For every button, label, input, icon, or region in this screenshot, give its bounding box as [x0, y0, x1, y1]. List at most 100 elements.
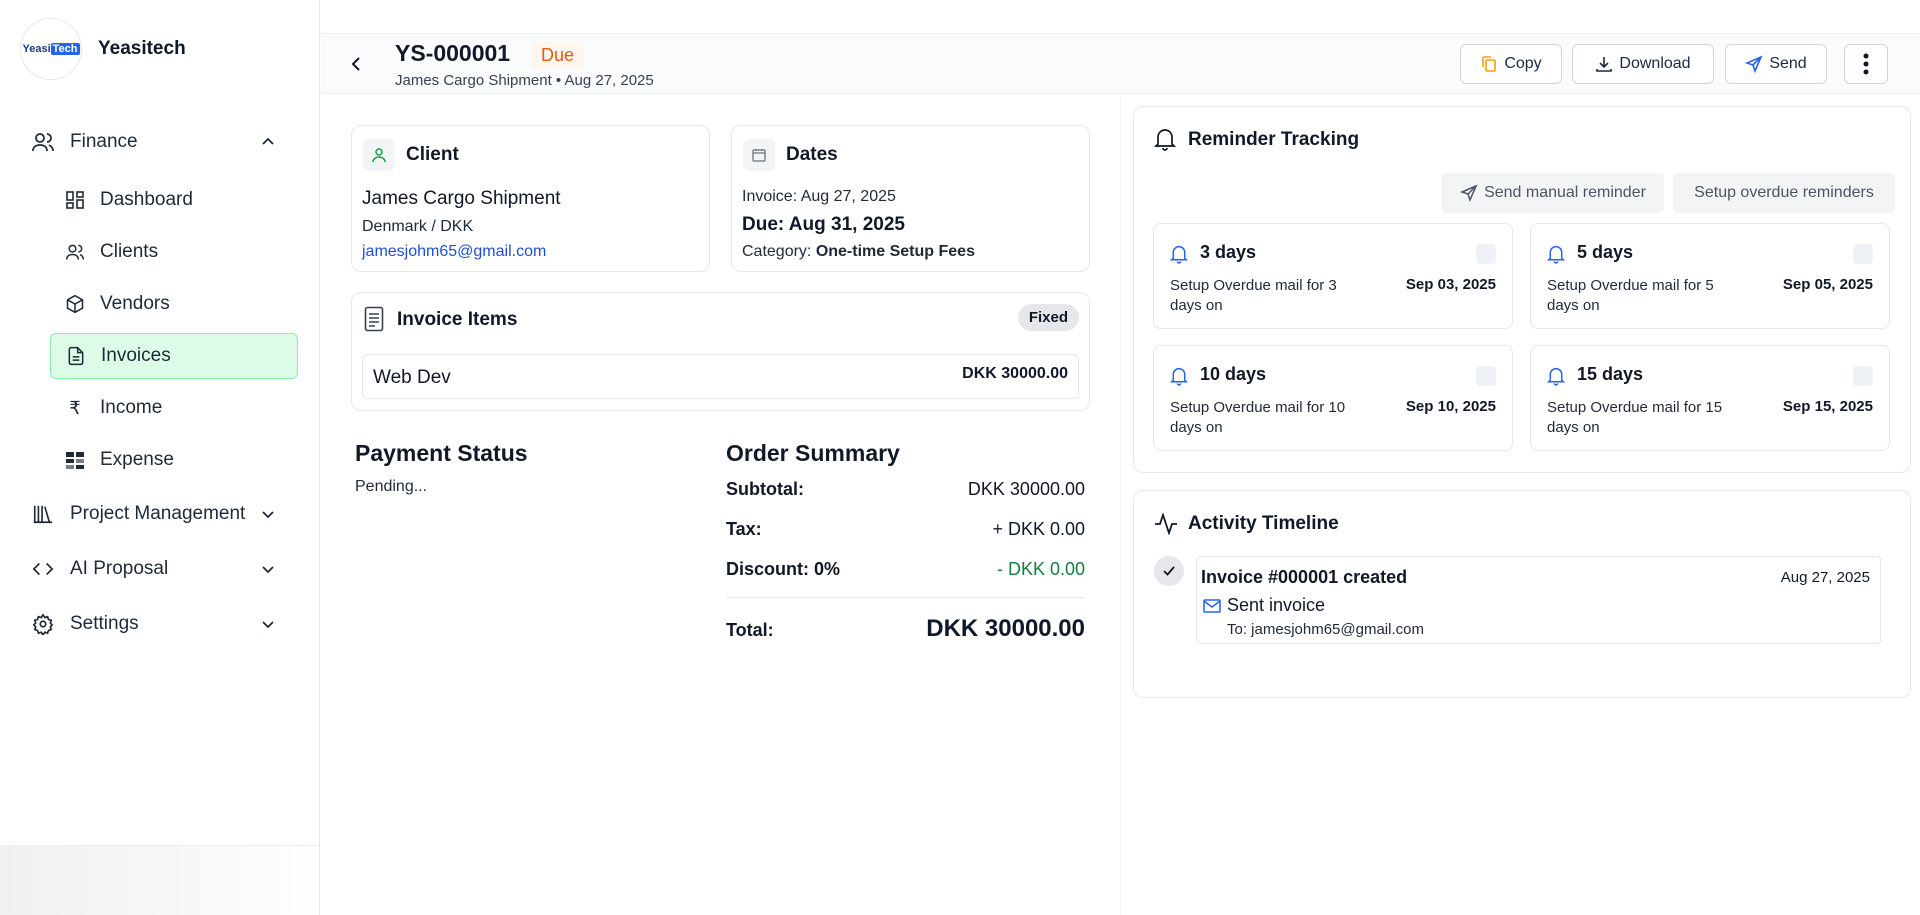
- reminder-checkbox[interactable]: [1476, 244, 1496, 264]
- more-options-button[interactable]: [1844, 44, 1888, 84]
- send-icon: [1460, 184, 1478, 202]
- reminder-card: 3 days Setup Overdue mail for 3 days on …: [1153, 223, 1513, 329]
- category-value: One-time Setup Fees: [815, 243, 975, 260]
- client-location: Denmark / DKK: [362, 218, 474, 235]
- bell-icon: [1547, 367, 1565, 386]
- sidebar-footer: [0, 845, 319, 915]
- copy-button-label: Copy: [1504, 55, 1542, 72]
- code-icon: [30, 556, 56, 582]
- tax-label: Tax:: [726, 519, 762, 539]
- discount-value: - DKK 0.00: [996, 559, 1085, 579]
- reminder-card: 5 days Setup Overdue mail for 5 days on …: [1530, 223, 1890, 329]
- sidebar-item-expense[interactable]: Expense: [50, 437, 298, 483]
- nav-ai-proposal[interactable]: AI Proposal: [30, 549, 290, 589]
- download-button[interactable]: Download: [1572, 44, 1714, 84]
- sidebar-item-label: Clients: [100, 241, 159, 262]
- send-button[interactable]: Send: [1725, 44, 1827, 84]
- timeline-entry-date: Aug 27, 2025: [1780, 569, 1870, 586]
- bell-icon: [1170, 367, 1188, 386]
- top-bar: [321, 0, 1920, 34]
- download-icon: [1596, 57, 1613, 72]
- sidebar-item-dashboard[interactable]: Dashboard: [50, 177, 298, 223]
- payment-status-value: Pending...: [355, 478, 428, 495]
- nav-ai-proposal-label: AI Proposal: [70, 558, 169, 579]
- sidebar-item-income[interactable]: ₹ Income: [50, 385, 298, 431]
- item-amount: DKK 30000.00: [962, 365, 1068, 382]
- timeline-event: Sent invoice: [1227, 595, 1326, 615]
- timeline-recipient: To: jamesjohm65@gmail.com: [1227, 621, 1424, 638]
- reminder-card: 15 days Setup Overdue mail for 15 days o…: [1530, 345, 1890, 451]
- brand[interactable]: Yeasi Tech Yeasitech: [20, 18, 186, 80]
- users-icon: [64, 241, 86, 263]
- reminder-checkbox[interactable]: [1853, 244, 1873, 264]
- chevron-down-icon: [260, 561, 276, 577]
- sidebar: Yeasi Tech Yeasitech Finance Dashboard Cl…: [0, 0, 320, 915]
- brand-logo: Yeasi Tech: [20, 18, 82, 80]
- list-item: Web Dev DKK 30000.00: [362, 354, 1079, 399]
- item-name: Web Dev: [373, 367, 451, 388]
- reminder-description: Setup Overdue mail for 10 days on: [1170, 399, 1346, 436]
- invoice-subtitle: James Cargo Shipment • Aug 27, 2025: [395, 72, 654, 89]
- invoice-items-title: Invoice Items: [397, 309, 518, 330]
- dashboard-icon: [64, 189, 86, 211]
- reminder-checkbox[interactable]: [1853, 366, 1873, 386]
- library-icon: [30, 501, 56, 527]
- send-manual-reminder-button[interactable]: Send manual reminder: [1442, 173, 1664, 213]
- reminder-tracking-card: Reminder Tracking Send manual reminder S…: [1133, 106, 1911, 473]
- setup-overdue-reminders-label: Setup overdue reminders: [1694, 184, 1874, 201]
- send-button-label: Send: [1769, 55, 1807, 72]
- send-manual-reminder-label: Send manual reminder: [1484, 184, 1646, 201]
- status-badge: Due: [531, 42, 585, 69]
- back-button[interactable]: [341, 48, 373, 80]
- setup-overdue-reminders-button[interactable]: Setup overdue reminders: [1673, 173, 1895, 213]
- subtotal-label: Subtotal:: [726, 479, 804, 499]
- reminder-tracking-title: Reminder Tracking: [1188, 129, 1360, 150]
- chevron-left-icon: [351, 57, 360, 71]
- order-summary-title: Order Summary: [726, 440, 900, 466]
- nav-finance[interactable]: Finance: [30, 122, 290, 162]
- dates-card: Dates Invoice: Aug 27, 2025 Due: Aug 31,…: [731, 125, 1090, 272]
- reminder-description: Setup Overdue mail for 15 days on: [1547, 399, 1723, 436]
- activity-timeline-card: Activity Timeline Invoice #000001 create…: [1133, 490, 1911, 698]
- sidebar-item-clients[interactable]: Clients: [50, 229, 298, 275]
- invoice-number: YS-000001: [395, 40, 511, 66]
- nav-settings-label: Settings: [70, 613, 139, 634]
- dates-card-title: Dates: [786, 144, 838, 165]
- logo-text: Yeasi: [22, 43, 51, 55]
- invoice-header: YS-000001 Due James Cargo Shipment • Aug…: [321, 34, 1920, 94]
- reminder-title: 3 days: [1200, 242, 1257, 262]
- discount-label: Discount: 0%: [726, 559, 841, 579]
- send-icon: [1745, 55, 1763, 73]
- copy-button[interactable]: Copy: [1460, 44, 1562, 84]
- client-email-link[interactable]: jamesjohm65@gmail.com: [362, 243, 546, 261]
- document-icon: [364, 306, 384, 332]
- timeline-entry: Invoice #000001 created Aug 27, 2025 Sen…: [1196, 556, 1881, 644]
- reminder-description: Setup Overdue mail for 5 days on: [1547, 277, 1714, 314]
- more-vertical-icon: [1863, 53, 1869, 75]
- calendar-icon: [743, 139, 775, 171]
- client-card: Client James Cargo Shipment Denmark / DK…: [351, 125, 710, 272]
- file-text-icon: [65, 345, 87, 367]
- sidebar-item-label: Expense: [100, 449, 174, 470]
- nav-settings[interactable]: Settings: [30, 604, 290, 644]
- sidebar-item-label: Vendors: [100, 293, 170, 314]
- users-icon: [30, 129, 56, 155]
- logo-text-highlight: Tech: [50, 43, 80, 55]
- bell-icon: [1547, 245, 1565, 264]
- invoice-date: Invoice: Aug 27, 2025: [742, 188, 896, 205]
- brand-name: Yeasitech: [98, 38, 186, 59]
- reminder-title: 15 days: [1577, 364, 1644, 384]
- user-icon: [363, 139, 395, 171]
- sidebar-item-invoices[interactable]: Invoices: [50, 333, 298, 379]
- bell-icon: [1154, 127, 1176, 151]
- reminder-card: 10 days Setup Overdue mail for 10 days o…: [1153, 345, 1513, 451]
- sidebar-item-label: Dashboard: [100, 189, 193, 210]
- box-icon: [64, 293, 86, 315]
- total-value: DKK 30000.00: [926, 615, 1085, 642]
- nav-project-management[interactable]: Project Management: [30, 494, 290, 534]
- check-icon: [1154, 556, 1184, 586]
- sidebar-item-vendors[interactable]: Vendors: [50, 281, 298, 327]
- reminder-description: Setup Overdue mail for 3 days on: [1170, 277, 1337, 314]
- reminder-date: Sep 03, 2025: [1405, 276, 1496, 293]
- reminder-checkbox[interactable]: [1476, 366, 1496, 386]
